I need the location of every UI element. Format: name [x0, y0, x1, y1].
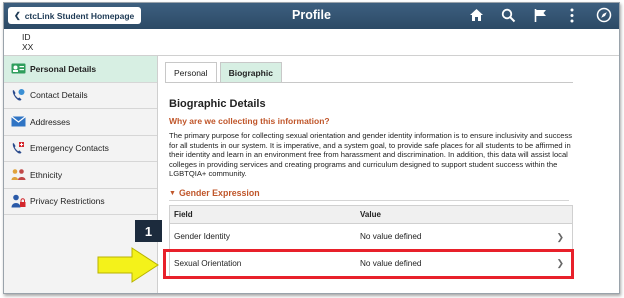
- pointer-arrow-icon: [97, 247, 159, 283]
- search-icon[interactable]: [499, 6, 517, 24]
- tab-divider: [165, 82, 573, 83]
- tab-personal[interactable]: Personal: [165, 62, 217, 82]
- table-row-gender-identity[interactable]: Gender Identity No value defined ❯: [170, 224, 572, 250]
- sidebar-item-personal-details[interactable]: Personal Details: [4, 56, 157, 83]
- sidebar-item-addresses[interactable]: Addresses: [4, 109, 157, 136]
- column-header-field: Field: [174, 210, 193, 219]
- tab-bar: Personal Biographic: [165, 62, 282, 82]
- emergency-phone-icon: [10, 141, 26, 155]
- sidebar-item-contact-details[interactable]: Contact Details: [4, 83, 157, 109]
- step-number-badge: 1: [135, 220, 162, 242]
- row-field: Gender Identity: [174, 232, 230, 241]
- sidebar-item-ethnicity[interactable]: Ethnicity: [4, 162, 157, 189]
- triangle-down-icon: ▼: [169, 189, 176, 197]
- purpose-text: The primary purpose for collecting sexua…: [169, 131, 573, 179]
- flag-icon[interactable]: [531, 6, 549, 24]
- divider: [169, 200, 569, 201]
- row-value: No value defined: [360, 232, 422, 241]
- header-bar: ❮ ctcLink Student Homepage Profile: [4, 3, 619, 29]
- id-value: XX: [22, 42, 34, 52]
- sidebar-item-label: Ethnicity: [30, 169, 63, 180]
- phone-icon: [10, 88, 26, 102]
- people-icon: [10, 168, 26, 182]
- back-button[interactable]: ❮ ctcLink Student Homepage: [8, 7, 142, 24]
- sidebar-item-emergency-contacts[interactable]: Emergency Contacts: [4, 136, 157, 162]
- chevron-left-icon: ❮: [14, 11, 21, 20]
- gender-expression-label: Gender Expression: [178, 188, 260, 198]
- home-icon[interactable]: [467, 6, 485, 24]
- column-header-value: Value: [360, 210, 381, 219]
- why-collect-link[interactable]: Why are we collecting this information?: [169, 116, 330, 126]
- chevron-right-icon: ❯: [556, 232, 564, 242]
- back-button-label: ctcLink Student Homepage: [24, 10, 135, 21]
- sidebar-item-label: Emergency Contacts: [30, 143, 109, 154]
- compass-icon[interactable]: [595, 6, 613, 24]
- gender-expression-toggle[interactable]: ▼ Gender Expression: [169, 188, 260, 198]
- person-lock-icon: [10, 194, 26, 208]
- envelope-icon: [10, 115, 26, 129]
- sidebar-item-label: Contact Details: [30, 90, 88, 101]
- grid-header: Field Value: [170, 206, 572, 224]
- section-title: Biographic Details: [169, 98, 266, 110]
- id-strip: ID XX: [4, 29, 619, 56]
- sidebar-item-label: Personal Details: [30, 63, 97, 74]
- app-window: ❮ ctcLink Student Homepage Profile ID XX: [3, 2, 620, 294]
- sidebar-item-label: Addresses: [30, 116, 71, 127]
- highlight-box: [163, 249, 574, 279]
- id-label: ID: [22, 32, 31, 42]
- sidebar-item-privacy-restrictions[interactable]: Privacy Restrictions: [4, 189, 157, 215]
- menu-icon[interactable]: [563, 6, 581, 24]
- tab-biographic[interactable]: Biographic: [219, 62, 282, 82]
- id-card-icon: [10, 62, 26, 76]
- sidebar-item-label: Privacy Restrictions: [30, 196, 105, 207]
